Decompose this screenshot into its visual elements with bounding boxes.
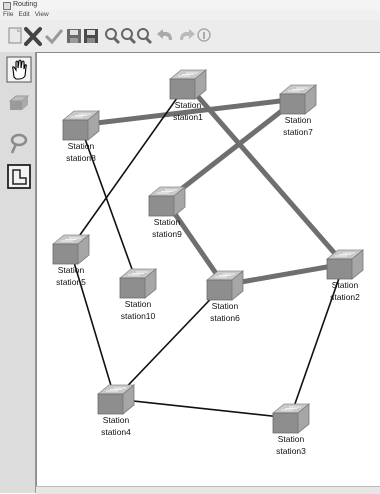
node-type-label: Station [68,141,95,151]
node-name-label: station5 [56,277,86,287]
title-bar: Routing [0,0,380,10]
node-name-label: station9 [152,229,182,239]
node-name-label: station7 [283,127,313,137]
node-station10[interactable]: Station station10 [118,268,158,321]
hand-tool-icon[interactable] [6,56,32,83]
network-canvas[interactable]: Station station1 Station station7 Station sta… [36,52,380,489]
node-name-label: station6 [210,313,240,323]
undo-icon[interactable] [157,29,172,40]
zoom-fit-icon[interactable] [137,28,153,45]
node-type-label: Station [278,434,305,444]
node-station6[interactable]: Station station6 [205,270,245,323]
node-station5[interactable]: Station station5 [51,234,91,287]
menu-bar: File Edit View [0,10,380,20]
toolbar [0,20,380,53]
switch-icon-front [62,119,89,141]
app-icon [3,2,11,10]
node-type-label: Station [58,265,85,275]
redo-icon[interactable] [180,29,195,40]
node-name-label: station1 [173,112,203,122]
node-station4[interactable]: Station station4 [96,384,136,437]
save-icon[interactable] [67,29,81,43]
node-name-label: station8 [66,153,96,163]
link-station1-station2 [184,81,347,267]
menu-view[interactable]: View [35,11,49,18]
node-type-label: Station [175,100,202,110]
node-name-label: station4 [101,427,131,437]
info-icon[interactable] [197,28,211,42]
check-icon[interactable] [44,29,64,45]
new-icon[interactable] [8,27,22,44]
node-name-label: station3 [276,446,306,456]
node-station8[interactable]: Station station8 [61,110,101,163]
select-region-icon[interactable] [7,164,31,189]
delete-icon[interactable] [24,27,42,46]
node-type-label: Station [125,299,152,309]
node-name-label: station10 [121,311,156,321]
switch-icon-front [279,93,306,115]
node-station2[interactable]: Station station2 [325,249,365,302]
switch-icon-front [119,277,146,299]
switch-icon-front [97,393,124,415]
switch-icon-front [169,78,196,100]
switch-icon-front [148,195,175,217]
node-type-label: Station [285,115,312,125]
node-station9[interactable]: Station station9 [147,186,187,239]
menu-edit[interactable]: Edit [18,11,29,18]
switch-icon-front [52,243,79,265]
network-diagram: Station station1 Station station7 Station sta… [51,69,365,456]
tool-palette [0,52,36,493]
switch-icon-front [272,412,299,434]
zoom-out-icon[interactable] [121,28,137,45]
link-tool-icon[interactable] [10,133,28,154]
window-title: Routing [13,1,38,8]
link-station4-station3 [114,398,291,419]
zoom-in-icon[interactable] [105,28,121,45]
node-type-label: Station [103,415,130,425]
node-type-label: Station [212,301,239,311]
node-type-label: Station [154,217,181,227]
node-station7[interactable]: Station station7 [278,84,318,137]
switch-icon-front [326,258,353,280]
router-tool-icon[interactable] [8,95,30,110]
switch-icon-front [206,279,233,301]
node-name-label: station2 [330,292,360,302]
menu-file[interactable]: File [3,11,13,18]
node-station3[interactable]: Station station3 [271,403,311,456]
node-type-label: Station [332,280,359,290]
save-as-icon[interactable] [84,29,98,43]
